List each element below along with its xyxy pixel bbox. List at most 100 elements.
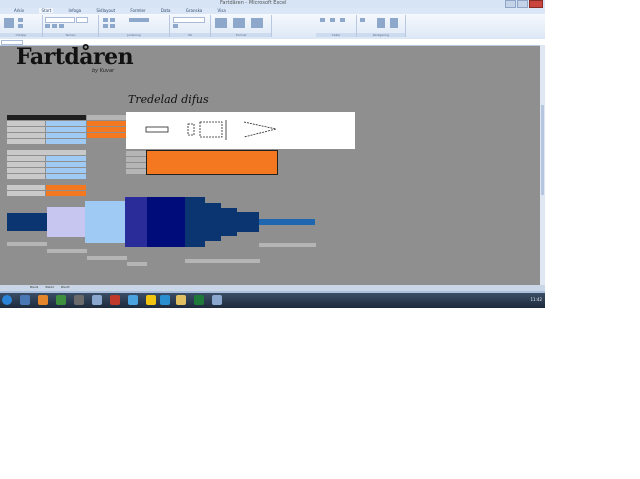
ribbon-group-label: Justering [99, 33, 169, 37]
ribbon-group-label: Urklipp [0, 33, 42, 37]
inlet-pipe [7, 213, 47, 231]
align-center-icon[interactable] [110, 24, 115, 28]
ribbon-group-editing: Redigering [357, 15, 406, 37]
sheet-tab-2[interactable]: Blad2 [46, 285, 55, 289]
table-header [7, 115, 86, 120]
tab-data[interactable]: Data [161, 8, 171, 13]
input-field[interactable] [46, 139, 86, 144]
result-value [46, 191, 86, 196]
outlet-section-2 [205, 203, 221, 241]
length-bar [7, 242, 47, 246]
scrollbar-thumb[interactable] [541, 105, 544, 195]
result-value [87, 121, 126, 126]
app-icon[interactable] [92, 295, 102, 305]
chrome-icon[interactable] [56, 295, 66, 305]
minimize-button[interactable] [505, 0, 516, 8]
outlet-section-4 [237, 212, 259, 232]
app-icon[interactable] [74, 295, 84, 305]
format-cells-icon[interactable] [340, 18, 345, 22]
cell-styles-icon[interactable] [251, 18, 263, 28]
align-middle-icon[interactable] [110, 18, 115, 22]
ribbon-group-label: Format [211, 33, 271, 37]
result-value [87, 127, 126, 132]
input-field[interactable] [46, 127, 86, 132]
length-bar [259, 243, 316, 247]
find-select-icon[interactable] [390, 18, 398, 28]
stage-3-ring [125, 197, 147, 247]
tab-formler[interactable]: Formler [130, 8, 145, 13]
tab-arkiv[interactable]: Arkiv [14, 8, 24, 13]
input-label [7, 162, 45, 167]
app-icon[interactable] [212, 295, 222, 305]
explorer-icon[interactable] [20, 295, 30, 305]
browser-icon[interactable] [38, 295, 48, 305]
length-bar [185, 259, 260, 263]
logo-text: Fartdåren [16, 44, 134, 70]
vertical-scrollbar[interactable] [540, 45, 545, 285]
logo-subtext: by Kuvar [92, 68, 115, 74]
ribbon-group-styles: Format [211, 15, 272, 37]
input-field[interactable] [46, 174, 86, 179]
result-label [7, 191, 45, 196]
folder-icon[interactable] [176, 295, 186, 305]
ribbon-group-clipboard: Urklipp [0, 15, 43, 37]
close-button[interactable] [529, 0, 543, 8]
maximize-button[interactable] [517, 0, 528, 8]
align-left-icon[interactable] [103, 24, 108, 28]
copy-icon[interactable] [18, 24, 23, 28]
outlet-section-3 [221, 208, 237, 236]
conditional-format-icon[interactable] [215, 18, 227, 28]
section-label [7, 150, 86, 155]
font-name-select[interactable] [45, 17, 75, 23]
input-field[interactable] [46, 121, 86, 126]
ribbon-group-label: Redigering [357, 33, 405, 37]
row-header [126, 157, 146, 162]
font-size-select[interactable] [76, 17, 88, 23]
media-icon[interactable] [110, 295, 120, 305]
tab-sidlayout[interactable]: Sidlayout [96, 8, 115, 13]
tab-granska[interactable]: Granska [186, 8, 203, 13]
excel-window: Fartdåren - Microsoft Excel Arkiv Start … [0, 0, 545, 308]
input-field[interactable] [46, 133, 86, 138]
skype-icon[interactable] [160, 295, 170, 305]
bold-icon[interactable] [45, 24, 50, 28]
cut-icon[interactable] [18, 18, 23, 22]
underline-icon[interactable] [59, 24, 64, 28]
align-top-icon[interactable] [103, 18, 108, 22]
format-table-icon[interactable] [233, 18, 245, 28]
ribbon-group-alignment: Justering [99, 15, 170, 37]
tab-infoga[interactable]: Infoga [69, 8, 82, 13]
input-label [7, 156, 45, 161]
result-value [87, 133, 126, 138]
percent-icon[interactable] [173, 24, 178, 28]
tab-visa[interactable]: Visa [218, 8, 226, 13]
stage-3-body [147, 197, 185, 247]
tab-start[interactable]: Start [39, 8, 54, 13]
delete-cells-icon[interactable] [330, 18, 335, 22]
tail-pipe [259, 219, 315, 225]
sheet-tab-3[interactable]: Blad3 [61, 285, 70, 289]
app-icon[interactable] [128, 295, 138, 305]
italic-icon[interactable] [52, 24, 57, 28]
input-field[interactable] [46, 162, 86, 167]
input-label [7, 127, 45, 132]
start-button[interactable] [2, 295, 12, 305]
sheet-tab-1[interactable]: Blad1 [30, 285, 39, 289]
taskbar: 11:42 [0, 293, 545, 308]
app-icon[interactable] [146, 295, 156, 305]
input-label [7, 133, 45, 138]
input-field[interactable] [46, 156, 86, 161]
sort-filter-icon[interactable] [377, 18, 385, 28]
input-field[interactable] [46, 168, 86, 173]
wrap-text-icon[interactable] [129, 18, 149, 22]
diffuser-sketch-svg [145, 120, 277, 140]
number-format-select[interactable] [173, 17, 205, 23]
diffuser-sketch [126, 112, 355, 149]
taskbar-clock: 11:42 [530, 297, 542, 302]
ribbon-group-label: Tal [170, 33, 210, 37]
stage-2-cone [85, 201, 125, 243]
excel-icon[interactable] [194, 295, 204, 305]
insert-cells-icon[interactable] [320, 18, 325, 22]
autosum-icon[interactable] [360, 18, 365, 22]
paste-icon[interactable] [4, 18, 14, 28]
